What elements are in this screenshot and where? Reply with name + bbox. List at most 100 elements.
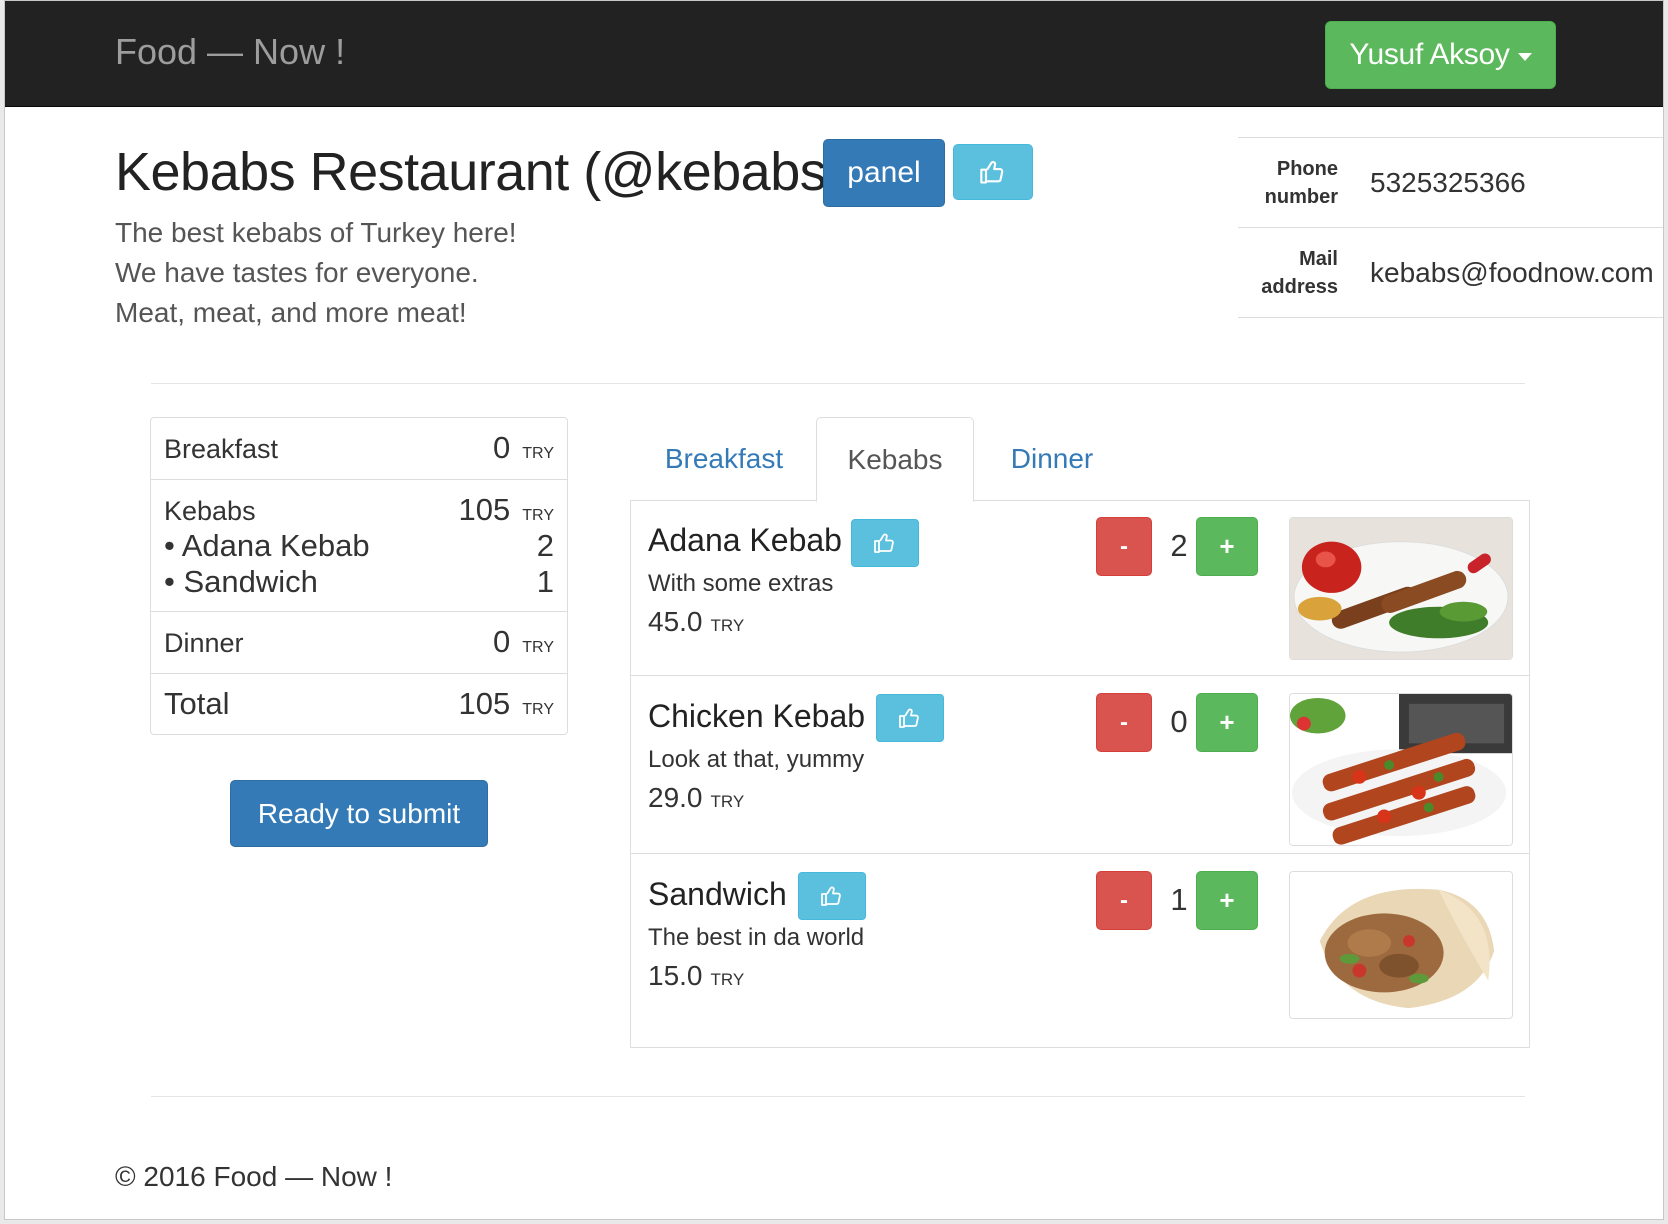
mail-label-line: Mail bbox=[1299, 247, 1338, 270]
item-price: 29.0 TRY bbox=[648, 782, 744, 814]
panel-button[interactable]: panel bbox=[823, 139, 945, 207]
food-photo bbox=[1290, 694, 1512, 845]
chicken-kebab-image bbox=[1289, 693, 1513, 846]
sandwich-image bbox=[1289, 871, 1513, 1019]
thumbs-up-icon bbox=[980, 161, 1004, 184]
item-name: Adana Kebab bbox=[648, 522, 842, 558]
adana-kebab-image bbox=[1289, 517, 1513, 660]
currency-label: TRY bbox=[710, 970, 745, 989]
menu-item-list: Adana Kebab With some extras 45.0 TRY - 2… bbox=[630, 500, 1530, 1048]
caret-down-icon bbox=[1517, 53, 1532, 61]
summary-amount: 105 TRY bbox=[459, 492, 554, 528]
quantity-value: 0 bbox=[1170, 704, 1188, 739]
amount-value: 0 bbox=[493, 430, 511, 465]
user-menu-button[interactable]: Yusuf Aksoy bbox=[1325, 21, 1556, 89]
mail-row: Mail address kebabs@foodnow.com bbox=[1238, 228, 1663, 318]
price-value: 15.0 bbox=[648, 960, 703, 991]
amount-value: 0 bbox=[493, 624, 511, 659]
summary-category: Total bbox=[164, 686, 230, 721]
description-line: The best kebabs of Turkey here! bbox=[115, 217, 517, 248]
app-window: Food — Now ! Yusuf Aksoy Kebabs Restaura… bbox=[4, 0, 1664, 1220]
increase-quantity-button[interactable]: + bbox=[1196, 693, 1258, 752]
item-price: 15.0 TRY bbox=[648, 960, 744, 992]
phone-row: Phone number 5325325366 bbox=[1238, 138, 1663, 228]
footer-copyright: © 2016 Food — Now ! bbox=[115, 1161, 393, 1192]
summary-category: Breakfast bbox=[164, 434, 279, 464]
brand-link[interactable]: Food — Now ! bbox=[115, 31, 345, 73]
summary-amount: 0 TRY bbox=[493, 624, 554, 660]
summary-item: • Sandwich 1 bbox=[164, 564, 554, 600]
decrease-quantity-button[interactable]: - bbox=[1096, 871, 1152, 930]
food-photo bbox=[1290, 518, 1512, 659]
contact-table: Phone number 5325325366 Mail address keb… bbox=[1238, 137, 1663, 318]
summary-category: Kebabs bbox=[164, 496, 256, 526]
summary-item-name: • Sandwich bbox=[164, 564, 318, 599]
summary-amount: 105 TRY bbox=[459, 686, 554, 722]
food-photo bbox=[1290, 872, 1512, 1018]
item-description: Look at that, yummy bbox=[648, 746, 865, 773]
like-item-button[interactable] bbox=[876, 694, 944, 742]
mail-value: kebabs@foodnow.com bbox=[1370, 256, 1654, 288]
thumbs-up-icon bbox=[874, 533, 894, 553]
summary-item-qty: 1 bbox=[536, 564, 554, 599]
currency-label: TRY bbox=[522, 701, 554, 718]
order-summary: Breakfast 0 TRY Kebabs 105 TRY • Adana Keb… bbox=[150, 417, 568, 735]
summary-item-name: • Adana Kebab bbox=[164, 528, 370, 563]
decrease-quantity-button[interactable]: - bbox=[1096, 693, 1152, 752]
phone-label: Phone number bbox=[1238, 155, 1338, 211]
quantity-value: 2 bbox=[1170, 528, 1188, 563]
summary-row-kebabs: Kebabs 105 TRY • Adana Kebab 2 • Sandwich… bbox=[151, 480, 567, 612]
menu-item: Chicken Kebab Look at that, yummy 29.0 TR… bbox=[631, 676, 1529, 854]
item-description: With some extras bbox=[648, 570, 834, 597]
summary-row-total: Total 105 TRY bbox=[151, 674, 567, 734]
summary-row-breakfast: Breakfast 0 TRY bbox=[151, 418, 567, 480]
divider bbox=[151, 383, 1525, 384]
category-tabs: Breakfast Kebabs Dinner bbox=[630, 417, 1530, 502]
summary-amount: 0 TRY bbox=[493, 430, 554, 466]
item-name: Sandwich bbox=[648, 876, 787, 912]
item-name: Chicken Kebab bbox=[648, 698, 866, 734]
currency-label: TRY bbox=[522, 639, 554, 656]
item-price: 45.0 TRY bbox=[648, 606, 744, 638]
phone-label-line: Phone bbox=[1276, 157, 1338, 180]
increase-quantity-button[interactable]: + bbox=[1196, 517, 1258, 576]
currency-label: TRY bbox=[710, 616, 745, 635]
restaurant-description: The best kebabs of Turkey here! We have … bbox=[115, 213, 517, 333]
like-restaurant-button[interactable] bbox=[953, 144, 1033, 200]
menu-item: Adana Kebab With some extras 45.0 TRY - 2… bbox=[631, 500, 1529, 676]
tab-dinner[interactable]: Dinner bbox=[974, 417, 1130, 501]
phone-value: 5325325366 bbox=[1370, 166, 1526, 198]
mail-label: Mail address bbox=[1238, 245, 1338, 301]
amount-value: 105 bbox=[458, 492, 511, 527]
ready-to-submit-button[interactable]: Ready to submit bbox=[230, 780, 488, 847]
summary-item: • Adana Kebab 2 bbox=[164, 528, 554, 564]
summary-row-dinner: Dinner 0 TRY bbox=[151, 612, 567, 674]
description-line: Meat, meat, and more meat! bbox=[115, 297, 467, 328]
summary-item-qty: 2 bbox=[536, 528, 554, 563]
divider bbox=[151, 1096, 1525, 1097]
top-navbar: Food — Now ! Yusuf Aksoy bbox=[5, 1, 1663, 107]
tab-breakfast[interactable]: Breakfast bbox=[632, 417, 816, 501]
currency-label: TRY bbox=[522, 507, 554, 524]
phone-label-line: number bbox=[1264, 185, 1338, 208]
page-title: Kebabs Restaurant (@kebabs) bbox=[115, 142, 844, 202]
thumbs-up-icon bbox=[821, 886, 841, 906]
decrease-quantity-button[interactable]: - bbox=[1096, 517, 1152, 576]
like-item-button[interactable] bbox=[798, 872, 866, 920]
summary-category: Dinner bbox=[164, 628, 244, 658]
currency-label: TRY bbox=[710, 792, 745, 811]
menu-item: Sandwich The best in da world 15.0 TRY - … bbox=[631, 854, 1529, 1047]
price-value: 45.0 bbox=[648, 606, 703, 637]
price-value: 29.0 bbox=[648, 782, 703, 813]
item-description: The best in da world bbox=[648, 924, 865, 951]
quantity-value: 1 bbox=[1170, 882, 1188, 917]
thumbs-up-icon bbox=[899, 708, 919, 728]
description-line: We have tastes for everyone. bbox=[115, 257, 479, 288]
increase-quantity-button[interactable]: + bbox=[1196, 871, 1258, 930]
currency-label: TRY bbox=[522, 445, 554, 462]
tab-kebabs[interactable]: Kebabs bbox=[816, 417, 974, 502]
like-item-button[interactable] bbox=[851, 519, 919, 567]
mail-label-line: address bbox=[1261, 275, 1338, 298]
amount-value: 105 bbox=[458, 686, 511, 721]
user-name: Yusuf Aksoy bbox=[1349, 38, 1510, 71]
